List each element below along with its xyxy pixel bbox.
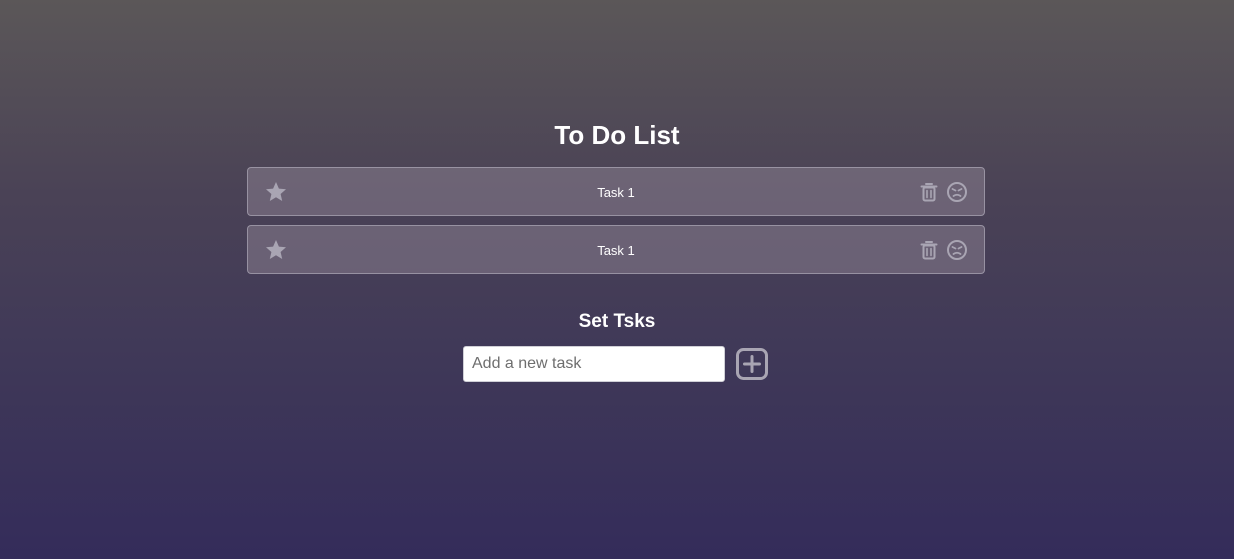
- task-actions: [918, 181, 968, 203]
- task-label: Task 1: [597, 243, 635, 258]
- plus-square-icon: [735, 348, 769, 384]
- star-icon[interactable]: [264, 180, 288, 204]
- angry-face-icon[interactable]: [946, 239, 968, 261]
- task-list: Task 1 Task 1: [247, 167, 987, 283]
- add-task-button[interactable]: [735, 347, 769, 381]
- new-task-input[interactable]: [463, 346, 725, 382]
- angry-face-icon[interactable]: [946, 181, 968, 203]
- task-item: Task 1: [247, 225, 985, 274]
- star-icon[interactable]: [264, 238, 288, 262]
- set-tasks-title: Set Tsks: [578, 311, 656, 332]
- trash-icon[interactable]: [918, 181, 940, 203]
- task-label: Task 1: [597, 185, 635, 200]
- task-actions: [918, 239, 968, 261]
- trash-icon[interactable]: [918, 239, 940, 261]
- page-title: To Do List: [554, 120, 680, 150]
- task-item: Task 1: [247, 167, 985, 216]
